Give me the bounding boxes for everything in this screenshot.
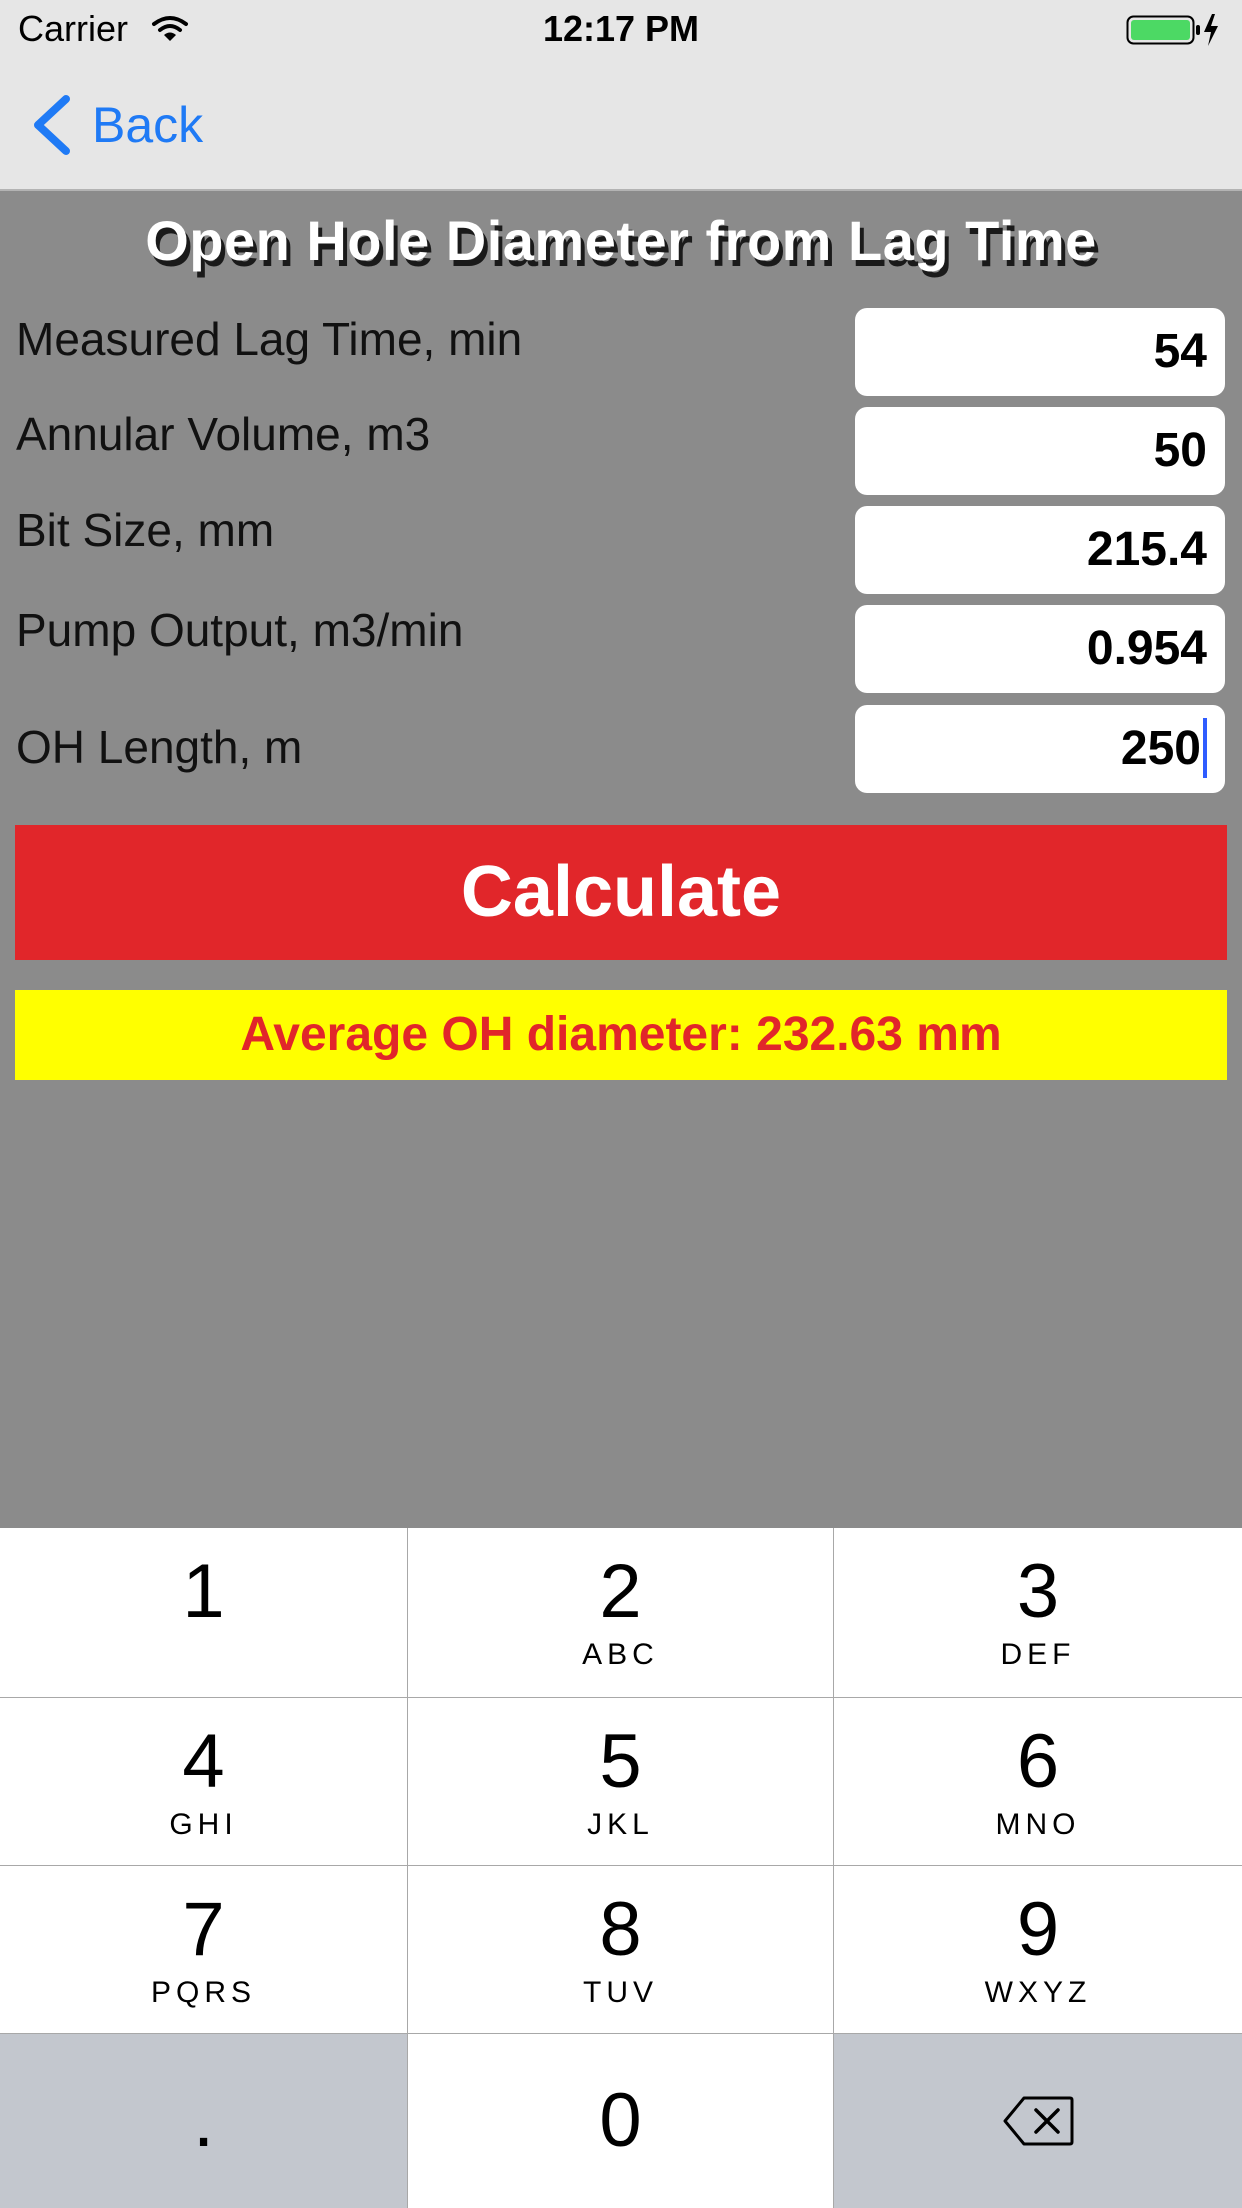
key-digit: 2 — [599, 1549, 642, 1634]
key-8[interactable]: 8 TUV — [408, 1866, 834, 2034]
key-delete[interactable] — [834, 2034, 1242, 2208]
key-5[interactable]: 5 JKL — [408, 1698, 834, 1866]
key-4[interactable]: 4 GHI — [0, 1698, 408, 1866]
oh-length-value: 250 — [1120, 722, 1201, 775]
battery-icon — [1126, 14, 1218, 46]
key-0[interactable]: 0 — [408, 2034, 834, 2208]
key-1[interactable]: 1 — [0, 1528, 408, 1698]
oh-length-label: OH Length, m — [16, 721, 303, 773]
key-letters: MNO — [995, 1808, 1081, 1841]
pump-output-label: Pump Output, m3/min — [16, 604, 464, 656]
numeric-keypad: 1 2 ABC 3 DEF 4 GHI 5 JKL 6 MNO 7 PQRS 8 — [0, 1528, 1242, 2208]
annular-volume-input[interactable]: 50 — [855, 407, 1225, 495]
key-digit: 5 — [599, 1719, 642, 1804]
navigation-bar: Carrier 12:17 PM Back — [0, 0, 1242, 191]
key-letters: DEF — [1000, 1638, 1076, 1671]
key-3[interactable]: 3 DEF — [834, 1528, 1242, 1698]
decimal-point: . — [192, 2078, 215, 2163]
oh-length-input[interactable]: 250 — [855, 705, 1225, 793]
key-7[interactable]: 7 PQRS — [0, 1866, 408, 2034]
lag-time-input[interactable]: 54 — [855, 308, 1225, 396]
key-digit: 6 — [1016, 1719, 1060, 1804]
screen: Carrier 12:17 PM Back Open Hole Diameter… — [0, 0, 1242, 2208]
key-letters: PQRS — [150, 1976, 257, 2009]
calculate-button[interactable]: Calculate — [15, 825, 1227, 960]
key-digit: 4 — [182, 1719, 225, 1804]
back-label: Back — [92, 97, 204, 153]
backspace-icon — [1003, 2096, 1074, 2146]
key-letters: GHI — [169, 1808, 238, 1841]
key-letters: TUV — [583, 1976, 658, 2009]
key-digit: 0 — [599, 2078, 642, 2163]
lag-time-label: Measured Lag Time, min — [16, 313, 523, 365]
result-text: Average OH diameter: 232.63 mm — [15, 990, 1227, 1080]
annular-volume-label: Annular Volume, m3 — [16, 408, 431, 460]
key-letters: JKL — [587, 1808, 654, 1841]
key-letters: WXYZ — [984, 1976, 1092, 2009]
text-caret — [1203, 718, 1207, 779]
pump-output-input[interactable]: 0.954 — [855, 605, 1225, 693]
key-digit: 9 — [1016, 1887, 1060, 1972]
page-title: Open Hole Diameter from Lag Time — [145, 209, 1097, 272]
back-button[interactable]: Back — [30, 90, 203, 160]
key-9[interactable]: 9 WXYZ — [834, 1866, 1242, 2034]
status-time: 12:17 PM — [542, 8, 700, 49]
bit-size-label: Bit Size, mm — [16, 504, 275, 556]
key-digit: 1 — [182, 1549, 225, 1634]
bit-size-input[interactable]: 215.4 — [855, 506, 1225, 594]
key-decimal[interactable]: . — [0, 2034, 408, 2208]
key-digit: 3 — [1016, 1549, 1060, 1634]
key-digit: 7 — [182, 1887, 225, 1972]
key-letters: ABC — [582, 1638, 659, 1671]
key-6[interactable]: 6 MNO — [834, 1698, 1242, 1866]
key-digit: 8 — [599, 1887, 642, 1972]
key-2[interactable]: 2 ABC — [408, 1528, 834, 1698]
chevron-left-icon — [34, 95, 70, 155]
